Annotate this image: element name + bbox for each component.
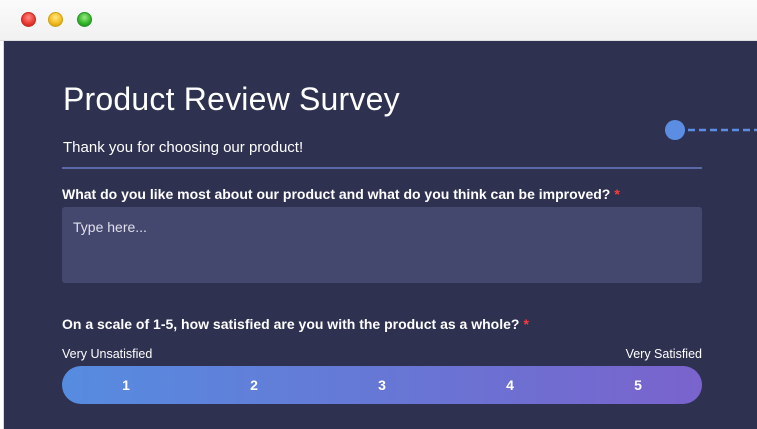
survey-form: Product Review Survey Thank you for choo… [3, 41, 757, 429]
question-2-label: On a scale of 1-5, how satisfied are you… [62, 316, 529, 332]
scale-option-3[interactable]: 3 [318, 366, 446, 404]
scale-min-label: Very Unsatisfied [62, 347, 153, 361]
feedback-textarea[interactable] [62, 207, 702, 283]
question-1-text: What do you like most about our product … [62, 186, 611, 202]
scale-option-2[interactable]: 2 [190, 366, 318, 404]
question-1-label: What do you like most about our product … [62, 186, 620, 202]
survey-title: Product Review Survey [63, 81, 400, 117]
question-2-text: On a scale of 1-5, how satisfied are you… [62, 316, 520, 332]
minimize-icon[interactable] [48, 12, 63, 27]
survey-subtitle: Thank you for choosing our product! [63, 139, 304, 156]
required-marker: * [614, 186, 620, 202]
progress-dot [665, 120, 685, 140]
progress-dot-icon [665, 120, 757, 140]
scale-option-5[interactable]: 5 [574, 366, 702, 404]
close-icon[interactable] [21, 12, 36, 27]
window-titlebar [0, 0, 757, 41]
required-marker: * [523, 316, 529, 332]
browser-window: Product Review Survey Thank you for choo… [0, 0, 757, 429]
scale-option-4[interactable]: 4 [446, 366, 574, 404]
satisfaction-scale: 1 2 3 4 5 [62, 366, 702, 404]
section-divider [62, 167, 702, 169]
maximize-icon[interactable] [77, 12, 92, 27]
scale-option-1[interactable]: 1 [62, 366, 190, 404]
scale-max-label: Very Satisfied [625, 347, 702, 361]
